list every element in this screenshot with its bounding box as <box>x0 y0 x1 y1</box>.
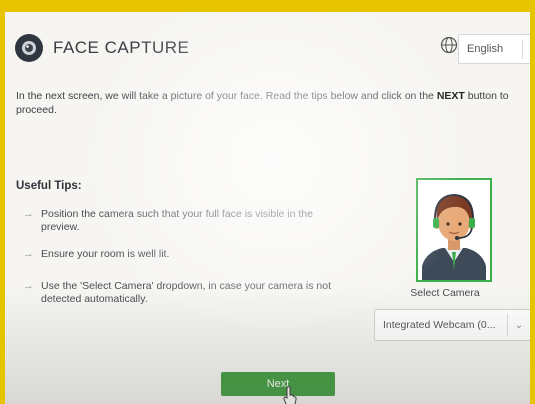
arrow-right-icon: → <box>23 208 34 220</box>
page-title: FACE CAPTURE <box>53 38 190 57</box>
monitor-bezel: FACE CAPTURE English ⌄ In the next scree… <box>0 0 535 404</box>
tip-text: Position the camera such that your full … <box>41 208 313 233</box>
next-button[interactable]: Next <box>221 372 335 396</box>
header: FACE CAPTURE English ⌄ <box>15 34 530 64</box>
tip-text: Use the 'Select Camera' dropdown, in cas… <box>41 280 331 305</box>
globe-icon[interactable] <box>440 36 458 54</box>
language-value: English <box>467 43 504 55</box>
tip-item: → Position the camera such that your ful… <box>23 208 343 234</box>
chevron-down-icon: ⌄ <box>523 44 530 55</box>
language-select[interactable]: English ⌄ <box>458 34 530 64</box>
person-headset-icon <box>422 193 486 280</box>
tip-item: → Use the 'Select Camera' dropdown, in c… <box>23 280 343 306</box>
face-capture-screen: FACE CAPTURE English ⌄ In the next scree… <box>5 12 530 404</box>
chevron-down-icon: ⌄ <box>514 319 524 331</box>
intro-text: In the next screen, we will take a pictu… <box>16 89 521 117</box>
tip-item: → Ensure your room is well lit. <box>23 248 343 261</box>
tips-heading: Useful Tips: <box>16 180 82 192</box>
camera-select[interactable]: Integrated Webcam (0... ⌄ <box>374 309 530 341</box>
hand-cursor-icon <box>283 386 297 404</box>
camera-lens-icon <box>15 34 43 62</box>
arrow-right-icon: → <box>23 280 34 292</box>
camera-select-value: Integrated Webcam (0... <box>383 319 496 331</box>
intro-next-emphasis: NEXT <box>436 90 465 102</box>
select-camera-label: Select Camera <box>410 287 480 299</box>
tip-text: Ensure your room is well lit. <box>41 248 170 260</box>
face-guide-frame <box>416 178 492 282</box>
intro-text-start: In the next screen, we will take a pictu… <box>16 90 437 102</box>
arrow-right-icon: → <box>23 248 34 260</box>
